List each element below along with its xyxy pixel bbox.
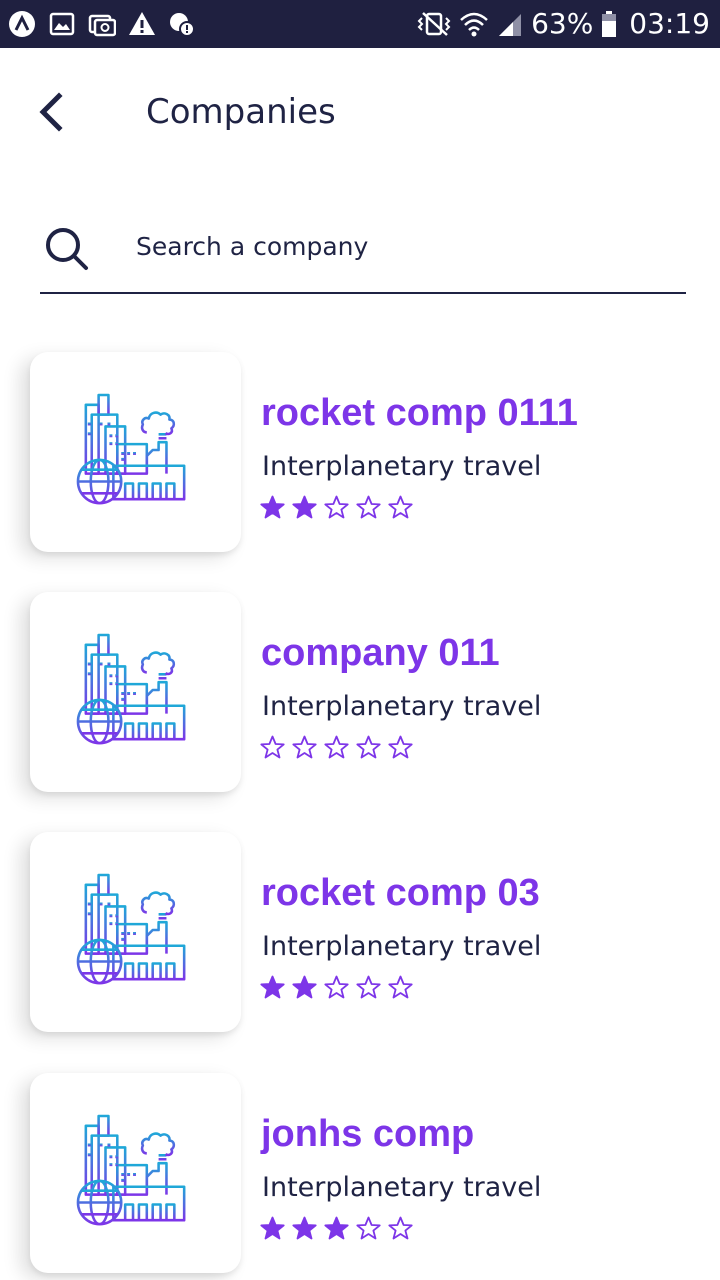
gallery-icon xyxy=(49,12,75,36)
company-name: rocket comp 03 xyxy=(261,872,540,914)
page-title: Companies xyxy=(146,92,336,132)
company-thumbnail xyxy=(30,1073,241,1273)
star-filled-icon xyxy=(292,975,317,999)
company-card[interactable]: rocket comp 03 Interplanetary travel xyxy=(0,832,720,1032)
screenshot-icon xyxy=(88,14,116,37)
company-category: Interplanetary travel xyxy=(262,451,542,482)
app-header: Companies xyxy=(0,48,720,176)
star-filled-icon xyxy=(260,1216,285,1240)
search-input[interactable] xyxy=(136,222,666,270)
star-outline-icon xyxy=(388,495,413,519)
star-outline-icon xyxy=(356,735,381,759)
company-category: Interplanetary travel xyxy=(262,691,542,722)
game-alert-icon xyxy=(170,13,195,37)
star-filled-icon xyxy=(260,495,285,519)
chevron-left-icon[interactable] xyxy=(28,88,76,136)
company-card[interactable]: company 011 Interplanetary travel xyxy=(0,592,720,792)
company-card[interactable]: jonhs comp Interplanetary travel xyxy=(0,1073,720,1273)
company-name: jonhs comp xyxy=(261,1113,475,1155)
star-outline-icon xyxy=(324,495,349,519)
star-filled-icon xyxy=(292,495,317,519)
rating-stars xyxy=(260,1216,413,1241)
warning-icon xyxy=(129,12,155,35)
star-outline-icon xyxy=(388,1216,413,1240)
rating-stars xyxy=(260,975,413,1000)
star-filled-icon xyxy=(260,975,285,999)
star-outline-icon xyxy=(356,1216,381,1240)
company-category: Interplanetary travel xyxy=(262,931,542,962)
battery-icon xyxy=(602,11,617,37)
factory-globe-icon xyxy=(76,633,186,745)
company-thumbnail xyxy=(30,352,241,552)
star-outline-icon xyxy=(324,735,349,759)
star-filled-icon xyxy=(324,1216,349,1240)
factory-globe-icon xyxy=(76,873,186,985)
star-outline-icon xyxy=(388,735,413,759)
app-notification-icon xyxy=(9,11,35,37)
company-thumbnail xyxy=(30,832,241,1032)
vibrate-mute-icon xyxy=(417,12,451,36)
star-outline-icon xyxy=(388,975,413,999)
company-thumbnail xyxy=(30,592,241,792)
star-outline-icon xyxy=(356,495,381,519)
clock: 03:19 xyxy=(629,7,710,40)
company-card[interactable]: rocket comp 0111 Interplanetary travel xyxy=(0,352,720,552)
star-outline-icon xyxy=(292,735,317,759)
star-filled-icon xyxy=(292,1216,317,1240)
company-category: Interplanetary travel xyxy=(262,1172,542,1203)
star-outline-icon xyxy=(356,975,381,999)
status-bar: 63% 03:19 xyxy=(0,0,720,48)
system-indicators: 63% 03:19 xyxy=(417,6,710,42)
factory-globe-icon xyxy=(76,1114,186,1226)
notification-icons xyxy=(8,10,196,38)
rating-stars xyxy=(260,735,413,760)
star-outline-icon xyxy=(324,975,349,999)
rating-stars xyxy=(260,495,413,520)
star-outline-icon xyxy=(260,735,285,759)
search-bar xyxy=(40,210,686,294)
signal-icon xyxy=(499,14,522,36)
factory-globe-icon xyxy=(76,393,186,505)
wifi-icon xyxy=(460,12,488,37)
company-name: rocket comp 0111 xyxy=(261,392,578,434)
company-name: company 011 xyxy=(261,632,500,674)
search-icon[interactable] xyxy=(42,224,90,272)
battery-percent: 63% xyxy=(531,7,594,40)
